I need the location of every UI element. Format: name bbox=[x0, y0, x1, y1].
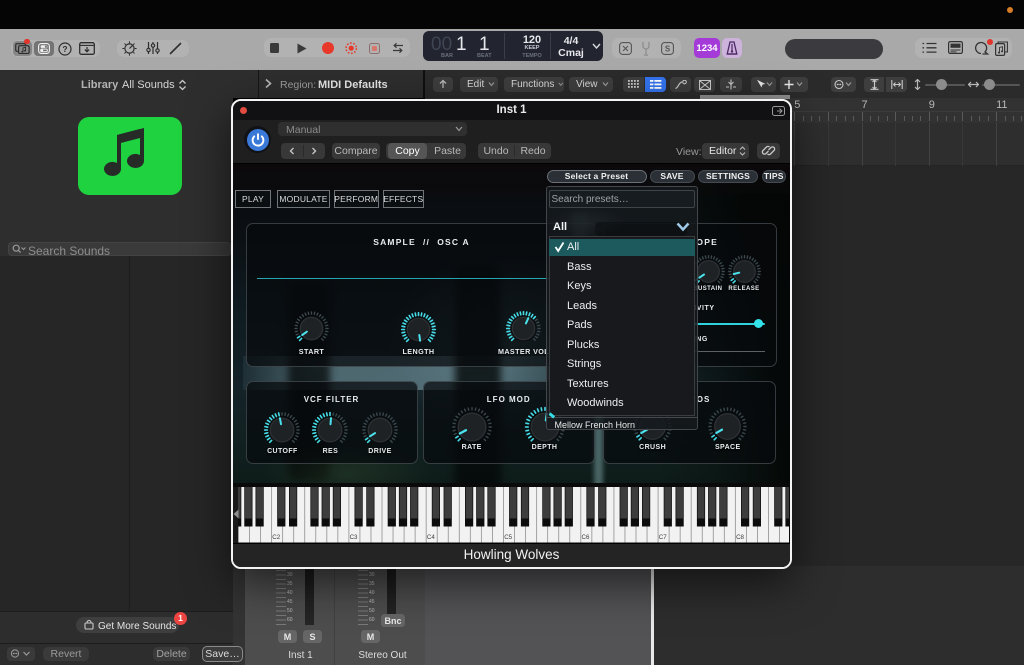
svg-text:C3: C3 bbox=[350, 534, 358, 541]
svg-text:C4: C4 bbox=[427, 534, 435, 541]
svg-text:C8: C8 bbox=[736, 534, 744, 541]
svg-text:?: ? bbox=[62, 44, 67, 54]
svg-text:C5: C5 bbox=[504, 534, 512, 541]
svg-text:C2: C2 bbox=[273, 534, 281, 541]
svg-text:C7: C7 bbox=[659, 534, 667, 541]
svg-text:S: S bbox=[665, 44, 671, 53]
svg-text:C6: C6 bbox=[582, 534, 590, 541]
